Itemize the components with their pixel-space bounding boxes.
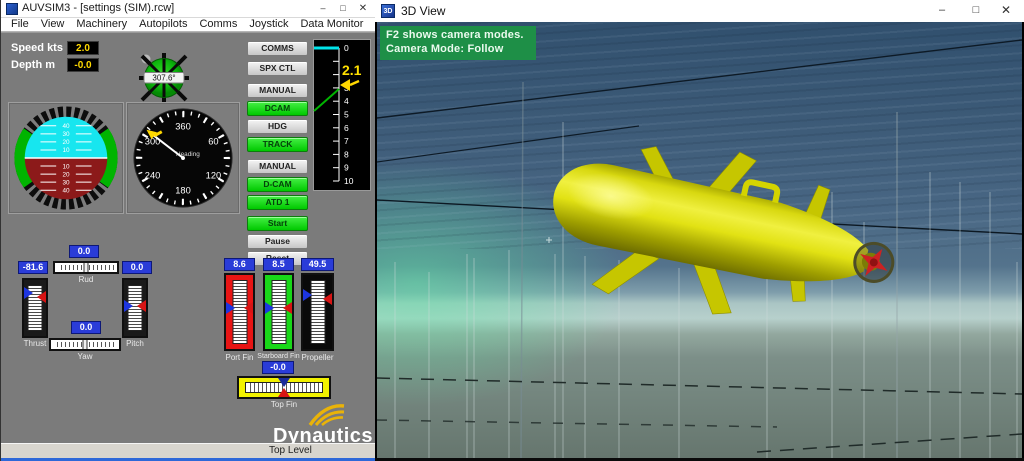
menu-joystick[interactable]: Joystick	[243, 18, 294, 31]
3d-view-titlebar[interactable]: 3D 3D View – □ ✕	[375, 0, 1024, 22]
menu-file[interactable]: File	[5, 18, 35, 31]
overlay-line-1: F2 shows camera modes.	[386, 28, 524, 42]
speed-label: Speed kts	[11, 42, 63, 54]
3d-viewport[interactable]: F2 shows camera modes. Camera Mode: Foll…	[377, 22, 1022, 458]
depth-value: -0.0	[67, 58, 99, 72]
svg-text:10: 10	[344, 176, 354, 186]
3d-view-title: 3D View	[401, 4, 445, 18]
compass-rose: 307.6°	[137, 51, 191, 105]
svg-text:20: 20	[62, 139, 70, 146]
3d-view-window: 3D 3D View – □ ✕	[375, 0, 1024, 461]
maximize-icon[interactable]: □	[333, 0, 353, 18]
thrust-value: -81.6	[18, 261, 48, 274]
pitch-gauge[interactable]	[122, 278, 148, 338]
top-fin-gauge[interactable]	[237, 376, 331, 399]
svg-text:6: 6	[344, 123, 349, 133]
menu-view[interactable]: View	[35, 18, 71, 31]
auvsim-window-title: AUVSIM3 - [settings (SIM).rcw]	[22, 2, 174, 14]
yaw-label: Yaw	[49, 352, 121, 361]
menu-bar: FileViewMachineryAutopilotsCommsJoystick…	[1, 18, 375, 32]
svg-text:240: 240	[145, 171, 161, 181]
svg-text:40: 40	[62, 187, 70, 194]
svg-text:30: 30	[62, 179, 70, 186]
particle	[546, 237, 552, 243]
svg-text:7: 7	[344, 136, 349, 146]
auvsim-titlebar[interactable]: AUVSIM3 - [settings (SIM).rcw] – □ ✕	[1, 0, 375, 18]
rud-label: Rud	[53, 275, 119, 284]
3d-scene	[377, 22, 1022, 458]
status-text: Top Level	[269, 445, 312, 456]
pause-button[interactable]: Pause	[247, 234, 308, 249]
dcam-button[interactable]: DCAM	[247, 101, 308, 116]
starboard-fin-value: 8.5	[263, 258, 294, 271]
svg-text:180: 180	[175, 185, 191, 195]
port-fin-value: 8.6	[224, 258, 255, 271]
close-icon[interactable]: ✕	[353, 0, 373, 18]
yaw-slider[interactable]	[49, 338, 121, 351]
spx-ctl-button[interactable]: SPX CTL	[247, 61, 308, 76]
svg-text:0: 0	[344, 43, 349, 53]
comms-button[interactable]: COMMS	[247, 41, 308, 56]
svg-text:4: 4	[344, 96, 349, 106]
status-bar: Top Level	[1, 443, 376, 458]
svg-text:120: 120	[206, 171, 222, 181]
svg-text:30: 30	[62, 131, 70, 138]
atd1-button[interactable]: ATD 1	[247, 195, 308, 210]
thrust-gauge[interactable]	[22, 278, 48, 338]
overlay-line-2: Camera Mode: Follow	[386, 42, 524, 56]
svg-text:8: 8	[344, 150, 349, 160]
minimize-icon[interactable]: –	[932, 0, 952, 22]
svg-text:10: 10	[62, 147, 70, 154]
control-panel: Speed kts 2.0 Depth m -0.0 307.6° COMMS …	[1, 32, 376, 443]
propeller-label: Propeller	[296, 353, 339, 362]
camera-mode-overlay: F2 shows camera modes. Camera Mode: Foll…	[380, 26, 536, 60]
auvsim-window: AUVSIM3 - [settings (SIM).rcw] – □ ✕ Fil…	[0, 0, 375, 461]
menu-autopilots[interactable]: Autopilots	[133, 18, 193, 31]
depth-current-value: 2.1	[342, 62, 362, 78]
menu-data-monitor[interactable]: Data Monitor	[294, 18, 369, 31]
manual-2-button[interactable]: MANUAL	[247, 159, 308, 174]
svg-text:9: 9	[344, 163, 349, 173]
port-fin-gauge[interactable]	[224, 273, 255, 351]
svg-text:10: 10	[62, 163, 70, 170]
3d-view-icon: 3D	[381, 4, 395, 18]
manual-1-button[interactable]: MANUAL	[247, 83, 308, 98]
rud-value: 0.0	[69, 245, 99, 258]
propeller-value: 49.5	[301, 258, 334, 271]
auv-model	[536, 116, 910, 351]
hdg-button[interactable]: HDG	[247, 119, 308, 134]
minimize-icon[interactable]: –	[313, 0, 333, 18]
top-fin-value: -0.0	[262, 361, 294, 374]
svg-text:60: 60	[208, 136, 218, 146]
menu-comms[interactable]: Comms	[193, 18, 243, 31]
screenshot-root: AUVSIM3 - [settings (SIM).rcw] – □ ✕ Fil…	[0, 0, 1024, 461]
pitch-value: 0.0	[122, 261, 152, 274]
close-icon[interactable]: ✕	[996, 0, 1016, 22]
speed-value: 2.0	[67, 41, 99, 55]
heading-dial: 360 60 120 180 240 300 Heading	[126, 102, 240, 214]
svg-text:20: 20	[62, 171, 70, 178]
propeller-gauge[interactable]	[301, 273, 334, 351]
depth-scale-gauge: 0 3 4 5 6 7 8 9 10 2.1	[313, 39, 371, 191]
svg-text:40: 40	[62, 123, 70, 130]
rud-slider[interactable]	[53, 261, 119, 274]
d-cam-button[interactable]: D-CAM	[247, 177, 308, 192]
svg-text:360: 360	[175, 122, 191, 132]
start-button[interactable]: Start	[247, 216, 308, 231]
menu-machinery[interactable]: Machinery	[70, 18, 133, 31]
attitude-indicator: 40 30 20 10 10 20 30 40	[8, 102, 124, 214]
yaw-value: 0.0	[71, 321, 101, 334]
auvsim-app-icon	[6, 3, 18, 15]
rope-line	[377, 126, 639, 162]
track-button[interactable]: TRACK	[247, 137, 308, 152]
compass-heading-value: 307.6°	[152, 74, 175, 83]
maximize-icon[interactable]: □	[966, 0, 986, 22]
starboard-fin-gauge[interactable]	[263, 273, 294, 351]
svg-text:5: 5	[344, 110, 349, 120]
depth-label: Depth m	[11, 59, 55, 71]
